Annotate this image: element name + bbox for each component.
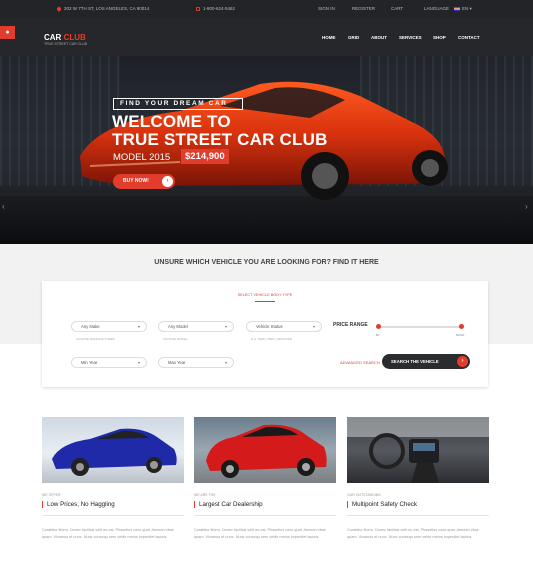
hero-banner: ‹ › — [0, 56, 533, 244]
divider — [194, 515, 336, 516]
phone-text: 1-800-624-5462 — [203, 6, 236, 11]
car-interior-image — [347, 417, 489, 483]
phone: 1-800-624-5462 — [196, 0, 235, 18]
slider-min-handle[interactable] — [376, 324, 381, 329]
nav-services[interactable]: SERVICES — [399, 35, 422, 40]
chevron-left-icon[interactable]: ‹ — [2, 202, 5, 211]
buy-now-label: BUY NOW! — [123, 178, 149, 184]
card-tag: WE OFFER — [42, 493, 61, 497]
vehicle-status-value: Vehicle Status — [256, 324, 283, 329]
chevron-down-icon: ▾ — [224, 324, 227, 329]
top-info-bar: 202 W 7TH ST, LOS ANGELES, CA 90014 1-80… — [0, 0, 533, 18]
logo-main: CAR — [44, 33, 62, 42]
menu-icon[interactable]: ● — [0, 26, 15, 39]
arrow-right-icon: › — [457, 356, 468, 367]
chevron-down-icon: ▾ — [312, 324, 315, 329]
arrow-right-icon: › — [162, 176, 173, 187]
price-max: $1000 — [456, 333, 465, 337]
card-tag: WE ARE THE — [194, 493, 216, 497]
price-min: $0 — [376, 333, 380, 337]
blue-car-image — [52, 428, 177, 476]
any-make-select[interactable]: Any Make ▾ — [71, 321, 147, 332]
make-hint: CHOOSE MANUFACTURER — [76, 337, 115, 341]
any-make-value: Any Make — [81, 324, 100, 329]
advanced-search-link[interactable]: ADVANCED SEARCH — [340, 360, 380, 365]
body-type-label[interactable]: SELECT VEHICLE BODY TYPE — [42, 293, 488, 297]
cart-link[interactable]: CART — [391, 0, 403, 18]
max-year-select[interactable]: Max Year ▾ — [158, 357, 234, 368]
model-hint: CHOOSE MODEL — [163, 337, 188, 341]
max-year-value: Max Year — [168, 360, 186, 365]
price-range-slider[interactable] — [376, 324, 464, 329]
any-model-value: Any Model — [168, 324, 188, 329]
location-pin-icon — [56, 5, 62, 12]
register-link[interactable]: REGISTER — [352, 0, 375, 18]
status-hint: E.G. NEW, USED, CERTIFIED — [251, 337, 293, 341]
search-vehicle-button[interactable]: SEARCH THE VEHICLE › — [382, 354, 470, 369]
nav-home[interactable]: HOME — [322, 35, 336, 40]
phone-icon — [196, 6, 200, 11]
red-suv-image — [206, 424, 327, 478]
card-image-blue-car[interactable] — [42, 417, 184, 483]
chevron-down-icon: ▾ — [224, 360, 227, 365]
finder-heading: UNSURE WHICH VEHICLE YOU ARE LOOKING FOR… — [154, 259, 379, 266]
price-range-label: PRICE RANGE — [333, 322, 368, 328]
nav-about[interactable]: ABOUT — [371, 35, 387, 40]
language-value: EN — [462, 6, 469, 11]
any-model-select[interactable]: Any Model ▾ — [158, 321, 234, 332]
card-image-interior[interactable] — [347, 417, 489, 483]
min-year-select[interactable]: Min Year ▾ — [71, 357, 147, 368]
chevron-down-icon: ▾ — [137, 360, 140, 365]
card-text: Curabitur libero. Donec facilisis velit … — [347, 528, 479, 539]
buy-now-button[interactable]: BUY NOW! › — [113, 174, 175, 189]
logo-accent: CLUB — [63, 33, 86, 42]
nav-contact[interactable]: CONTACT — [458, 35, 480, 40]
card-title[interactable]: Low Prices, No Haggling — [42, 501, 115, 508]
nav-grid[interactable]: GRID — [348, 35, 359, 40]
hero-title-line1: WELCOME TO — [112, 112, 231, 131]
address-text: 202 W 7TH ST, LOS ANGELES, CA 90014 — [64, 6, 150, 11]
chevron-right-icon[interactable]: › — [525, 202, 528, 211]
flag-icon — [454, 6, 460, 11]
card-text: Curabitur libero. Donec facilisis velit … — [194, 528, 326, 539]
min-year-value: Min Year — [81, 360, 98, 365]
divider — [347, 515, 489, 516]
sign-in-link[interactable]: SIGN IN — [318, 0, 335, 18]
card-title[interactable]: Multipoint Safety Check — [347, 501, 417, 508]
hero-title-line2: TRUE STREET CAR CLUB — [112, 130, 328, 149]
nav-shop[interactable]: SHOP — [433, 35, 446, 40]
language-select[interactable]: EN ▾ — [454, 0, 472, 18]
language-label: LANGUAGE — [424, 6, 450, 11]
search-button-label: SEARCH THE VEHICLE — [391, 359, 439, 364]
address: 202 W 7TH ST, LOS ANGELES, CA 90014 — [56, 0, 150, 18]
hero-model: MODEL 2015 — [113, 152, 171, 163]
card-text: Curabitur libero. Donec facilisis velit … — [42, 528, 174, 539]
divider — [255, 301, 275, 302]
chevron-down-icon: ▾ — [137, 324, 140, 329]
slider-max-handle[interactable] — [459, 324, 464, 329]
vehicle-status-select[interactable]: Vehicle Status ▾ — [246, 321, 322, 332]
card-title[interactable]: Largest Car Dealership — [194, 501, 263, 508]
card-image-red-car[interactable] — [194, 417, 336, 483]
card-tag: OUR OUTSTANDING — [347, 493, 381, 497]
logo-subtitle: TRUE STREET CAR CLUB — [44, 42, 87, 46]
hero-eyebrow: FIND YOUR DREAM CAR — [113, 98, 243, 110]
divider — [42, 515, 184, 516]
logo[interactable]: CAR CLUB — [44, 33, 86, 42]
hero-price-badge: $214,900 — [181, 149, 229, 164]
